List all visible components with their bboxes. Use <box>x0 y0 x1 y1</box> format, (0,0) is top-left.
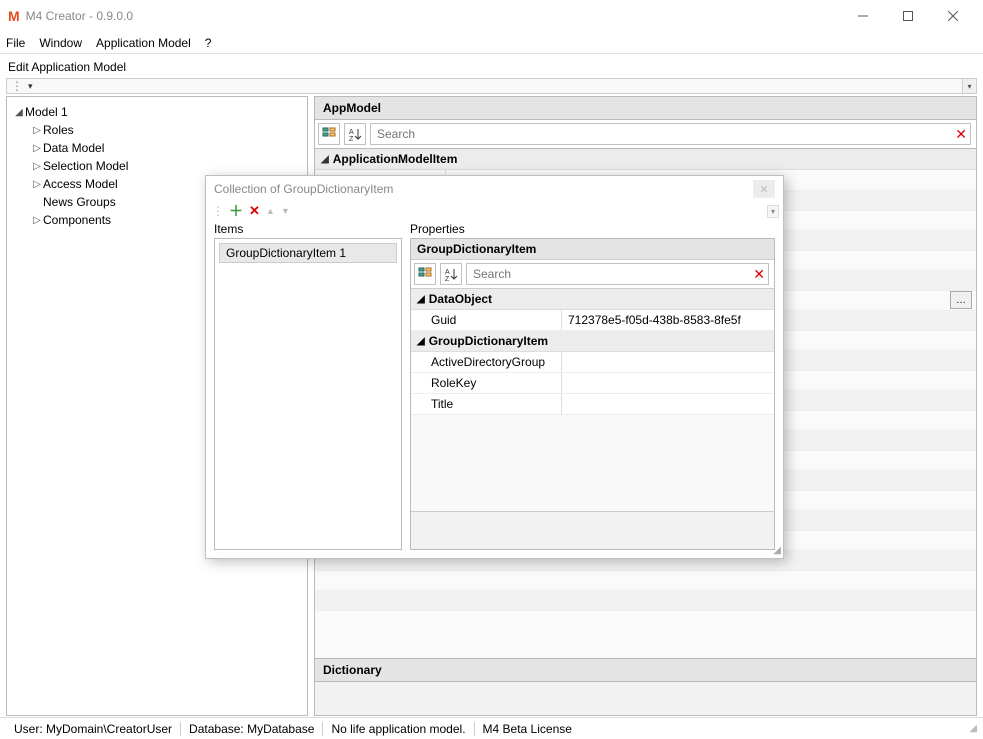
tree-item-selectionmodel[interactable]: Selection Model <box>43 159 128 173</box>
app-logo: M <box>8 8 20 24</box>
clear-search-button[interactable]: ✕ <box>747 266 771 283</box>
expander-icon[interactable]: ◢ <box>321 154 329 165</box>
status-license: M4 Beta License <box>475 722 580 736</box>
statusbar: User: MyDomain\CreatorUser Database: MyD… <box>0 717 983 739</box>
categorized-view-button[interactable] <box>318 123 340 145</box>
close-button[interactable] <box>930 1 975 31</box>
category-row[interactable]: ◢DataObject <box>411 289 774 310</box>
expander-icon[interactable]: ▷ <box>31 161 43 172</box>
move-down-button[interactable]: ▼ <box>281 206 290 216</box>
properties-grid: GroupDictionaryItem AZ ✕ ◢DataObject Gui… <box>410 238 775 550</box>
resize-grip-icon[interactable]: ◢ <box>773 545 781 556</box>
mini-toolbar: ⋮ ▾ ▾ <box>6 78 977 94</box>
properties-label: Properties <box>410 220 775 238</box>
search-input[interactable] <box>466 263 769 285</box>
expander-icon[interactable]: ▷ <box>31 179 43 190</box>
expander-icon[interactable]: ▷ <box>31 143 43 154</box>
property-row[interactable]: Title <box>411 394 774 415</box>
dialog-title: Collection of GroupDictionaryItem <box>214 182 393 196</box>
property-row[interactable]: RoleKey <box>411 373 774 394</box>
category-row[interactable]: ◢GroupDictionaryItem <box>411 331 774 352</box>
clear-search-button[interactable]: ✕ <box>949 126 973 143</box>
menu-file[interactable]: File <box>6 36 25 50</box>
description-box <box>411 511 774 549</box>
resize-grip-icon[interactable]: ◢ <box>969 723 977 734</box>
maximize-button[interactable] <box>885 1 930 31</box>
svg-text:A: A <box>445 269 450 276</box>
tree-item-newsgroups[interactable]: News Groups <box>43 195 116 209</box>
grip-icon: ⋮ <box>212 204 223 218</box>
svg-text:A: A <box>349 129 354 136</box>
search-input[interactable] <box>370 123 971 145</box>
add-item-button[interactable]: ＋ <box>229 201 243 221</box>
category-row[interactable]: ◢ApplicationModelItem <box>315 149 976 170</box>
toolbar-overflow-button[interactable]: ▾ <box>767 205 779 218</box>
items-label: Items <box>214 220 402 238</box>
grip-icon: ⋮ <box>11 79 22 93</box>
remove-item-button[interactable]: ✕ <box>249 203 260 219</box>
alphabetical-view-button[interactable]: AZ <box>344 123 366 145</box>
expander-icon[interactable]: ▷ <box>31 125 43 136</box>
property-row[interactable]: ActiveDirectoryGroup <box>411 352 774 373</box>
property-key: Guid <box>411 310 561 330</box>
collection-editor-dialog: Collection of GroupDictionaryItem ✕ ⋮ ＋ … <box>205 175 784 559</box>
status-user: User: MyDomain\CreatorUser <box>6 722 181 736</box>
status-life: No life application model. <box>323 722 474 736</box>
property-value[interactable]: 712378e5-f05d-438b-8583-8fe5f <box>561 310 774 330</box>
expander-icon[interactable]: ◢ <box>13 107 25 118</box>
titlebar: M M4 Creator - 0.9.0.0 <box>0 0 983 32</box>
tree-item-datamodel[interactable]: Data Model <box>43 141 104 155</box>
tree-item-components[interactable]: Components <box>43 213 111 227</box>
dialog-close-button[interactable]: ✕ <box>753 180 775 198</box>
minimize-button[interactable] <box>840 1 885 31</box>
alphabetical-view-button[interactable]: AZ <box>440 263 462 285</box>
tree-item-accessmodel[interactable]: Access Model <box>43 177 118 191</box>
tree-item-roles[interactable]: Roles <box>43 123 74 137</box>
window-title: M4 Creator - 0.9.0.0 <box>26 9 133 23</box>
menubar: File Window Application Model ? <box>0 32 983 54</box>
menu-application-model[interactable]: Application Model <box>96 36 191 50</box>
status-database: Database: MyDatabase <box>181 722 323 736</box>
section-label: Edit Application Model <box>6 58 977 78</box>
categorized-view-button[interactable] <box>414 263 436 285</box>
svg-text:Z: Z <box>349 136 354 141</box>
ellipsis-button[interactable]: … <box>950 291 972 309</box>
tree-root[interactable]: Model 1 <box>25 105 68 119</box>
toolbar-overflow-button[interactable]: ▾ <box>962 79 976 93</box>
move-up-button[interactable]: ▲ <box>266 206 275 216</box>
items-list: GroupDictionaryItem 1 <box>214 238 402 550</box>
expander-icon[interactable]: ▷ <box>31 215 43 226</box>
chevron-down-icon[interactable]: ▾ <box>28 81 33 92</box>
appmodel-header: AppModel <box>314 96 977 119</box>
dictionary-section-header: Dictionary <box>314 658 977 682</box>
menu-help[interactable]: ? <box>205 36 212 50</box>
props-header: GroupDictionaryItem <box>411 239 774 260</box>
menu-window[interactable]: Window <box>39 36 82 50</box>
list-item[interactable]: GroupDictionaryItem 1 <box>219 243 397 263</box>
svg-text:Z: Z <box>445 276 450 281</box>
property-row[interactable]: Guid 712378e5-f05d-438b-8583-8fe5f <box>411 310 774 331</box>
